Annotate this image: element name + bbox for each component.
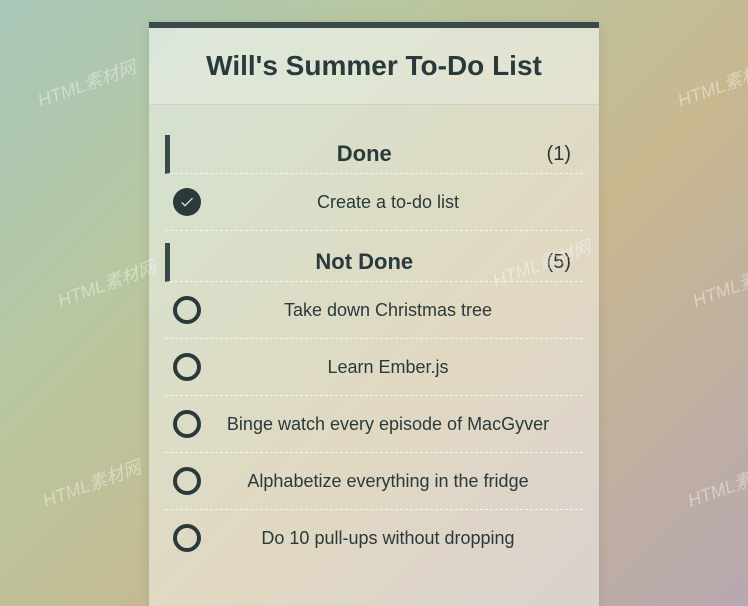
list-item[interactable]: Create a to-do list [165,174,583,231]
section-count: (1) [547,143,571,166]
item-label: Learn Ember.js [201,357,575,378]
item-label: Create a to-do list [201,192,575,213]
section-header-notdone[interactable]: Not Done (5) [165,243,583,282]
card-header: Will's Summer To-Do List [149,28,599,105]
watermark: HTML素材网 [34,53,140,113]
watermark: HTML素材网 [674,53,748,113]
section-title: Not Done [182,249,547,275]
item-label: Binge watch every episode of MacGyver [201,414,575,435]
section-header-done[interactable]: Done (1) [165,135,583,174]
section-count: (5) [547,251,571,274]
check-empty-icon[interactable] [173,467,201,495]
check-empty-icon[interactable] [173,296,201,324]
list-item[interactable]: Learn Ember.js [165,339,583,396]
watermark: HTML素材网 [39,453,145,513]
item-label: Alphabetize everything in the fridge [201,471,575,492]
check-empty-icon[interactable] [173,524,201,552]
list-item[interactable]: Alphabetize everything in the fridge [165,453,583,510]
page-title: Will's Summer To-Do List [165,50,583,82]
check-done-icon[interactable] [173,188,201,216]
watermark: HTML素材网 [684,453,748,513]
watermark: HTML素材网 [689,253,748,313]
check-empty-icon[interactable] [173,410,201,438]
todo-card: Will's Summer To-Do List Done (1) Create… [149,22,599,606]
section-title: Done [182,141,547,167]
list-container: Done (1) Create a to-do list Not Done (5… [149,105,599,582]
item-label: Take down Christmas tree [201,300,575,321]
list-item[interactable]: Take down Christmas tree [165,282,583,339]
item-label: Do 10 pull-ups without dropping [201,528,575,549]
check-empty-icon[interactable] [173,353,201,381]
watermark: HTML素材网 [54,253,160,313]
list-item[interactable]: Binge watch every episode of MacGyver [165,396,583,453]
list-item[interactable]: Do 10 pull-ups without dropping [165,510,583,566]
